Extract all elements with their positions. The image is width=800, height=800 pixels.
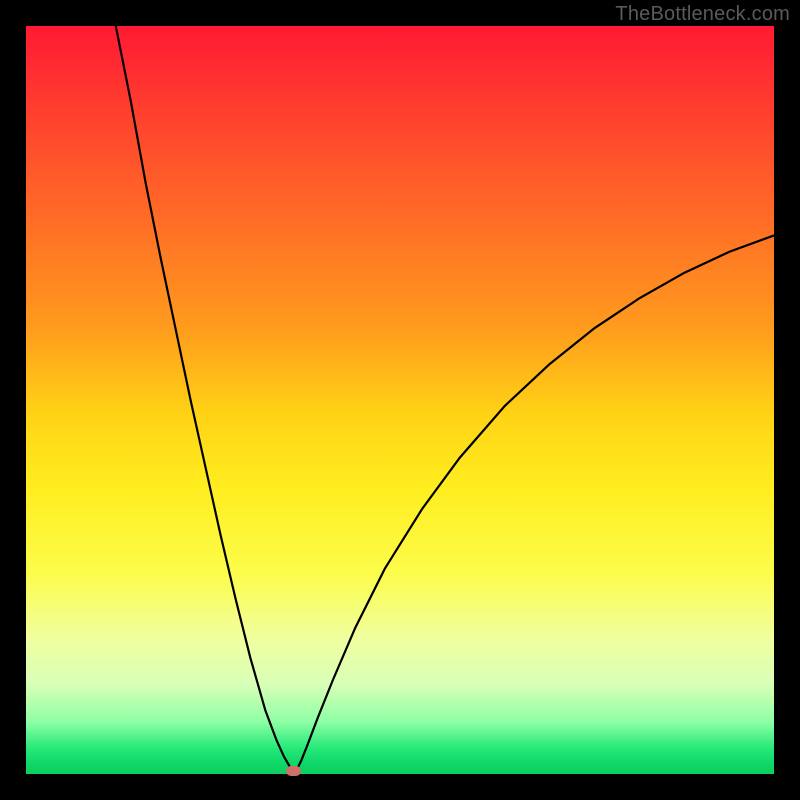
curve-left-branch: [116, 26, 295, 774]
bottleneck-curve: [26, 26, 774, 774]
optimum-marker: [286, 766, 301, 776]
watermark-text: TheBottleneck.com: [615, 3, 790, 26]
plot-area: [26, 26, 774, 774]
curve-right-branch: [295, 235, 774, 773]
chart-frame: TheBottleneck.com: [0, 0, 800, 800]
